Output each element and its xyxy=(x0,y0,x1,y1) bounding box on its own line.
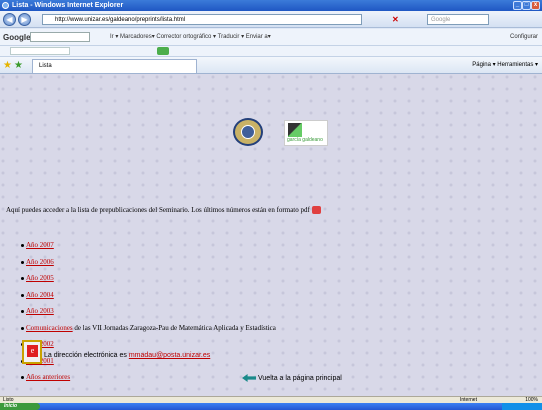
address-bar[interactable]: http://www.unizar.es/galdeano/preprints/… xyxy=(42,14,362,25)
system-clock xyxy=(502,403,542,410)
email-link[interactable]: mmadau@posta.unizar.es xyxy=(129,352,210,359)
page-content: garcía galdeano Aquí puedes acceder a la… xyxy=(0,74,542,396)
galdeano-logo: garcía galdeano xyxy=(284,120,328,146)
year-link[interactable]: Año 2005 xyxy=(26,274,54,282)
favorites-star-icon[interactable]: ★ xyxy=(3,57,12,74)
window-title: Lista - Windows Internet Explorer xyxy=(12,2,124,9)
year-link[interactable]: Año 2004 xyxy=(26,291,54,299)
back-to-main-link[interactable]: Vuelta a la página principal xyxy=(242,374,342,382)
list-item: Año 2006 xyxy=(21,257,276,274)
maximize-button[interactable]: □ xyxy=(522,1,531,10)
add-favorite-icon[interactable]: ★ xyxy=(14,57,23,74)
google-search-input[interactable] xyxy=(30,32,90,42)
page-tools-menu[interactable]: Página ▾ Herramientas ▾ xyxy=(472,57,538,74)
taskbar: Inicio xyxy=(0,403,542,410)
list-item: Comunicaciones de las VII Jornadas Zarag… xyxy=(21,323,276,340)
links-search-input[interactable] xyxy=(10,47,70,55)
older-years-link[interactable]: Años anteriores xyxy=(26,373,70,381)
preprint-list: Año 2007 Año 2006 Año 2005 Año 2004 Año … xyxy=(21,240,276,389)
forward-button[interactable]: ▶ xyxy=(18,13,31,26)
galdeano-logo-text: garcía galdeano xyxy=(287,137,323,143)
window-title-bar: Lista - Windows Internet Explorer _ □ x xyxy=(0,0,542,11)
list-item: Año 2004 xyxy=(21,290,276,307)
stop-icon[interactable]: ✕ xyxy=(392,15,399,24)
university-seal-logo xyxy=(233,118,263,146)
email-line: La dirección electrónica es mmadau@posta… xyxy=(44,352,211,359)
search-input[interactable]: Google xyxy=(427,14,489,25)
status-bar: Listo Internet 100% xyxy=(0,396,542,403)
ie-logo-icon xyxy=(2,2,9,9)
go-button[interactable] xyxy=(157,47,169,55)
year-link[interactable]: Año 2006 xyxy=(26,258,54,266)
list-item: Año 2007 xyxy=(21,240,276,257)
intro-text: Aquí puedes acceder a la lista de prepub… xyxy=(6,206,321,215)
links-bar xyxy=(0,46,542,57)
favorites-bar: ★ ★ Lista Página ▾ Herramientas ▾ xyxy=(0,57,542,74)
google-toolbar: Google Ir ▾ Marcadores▾ Corrector ortogr… xyxy=(0,29,542,46)
list-item: Año 2003 xyxy=(21,306,276,323)
back-button[interactable]: ◀ xyxy=(3,13,16,26)
back-arrow-icon[interactable] xyxy=(242,374,256,382)
google-toolbar-items[interactable]: Ir ▾ Marcadores▾ Corrector ortográfico ▾… xyxy=(110,29,271,46)
navigation-bar: ◀ ▶ http://www.unizar.es/galdeano/prepri… xyxy=(0,11,542,28)
minimize-button[interactable]: _ xyxy=(513,1,522,10)
year-link[interactable]: Año 2007 xyxy=(26,241,54,249)
google-logo: Google xyxy=(3,33,31,42)
pdf-icon xyxy=(311,206,321,215)
list-item: Años anteriores xyxy=(21,372,276,389)
close-button[interactable]: x xyxy=(531,1,540,10)
communications-link[interactable]: Comunicaciones xyxy=(26,324,73,332)
google-settings-button[interactable]: Configurar xyxy=(510,29,538,46)
start-button[interactable]: Inicio xyxy=(0,403,40,410)
tab-lista[interactable]: Lista xyxy=(32,59,197,73)
email-icon: e xyxy=(22,340,42,364)
year-link[interactable]: Año 2003 xyxy=(26,307,54,315)
list-item: Año 2005 xyxy=(21,273,276,290)
